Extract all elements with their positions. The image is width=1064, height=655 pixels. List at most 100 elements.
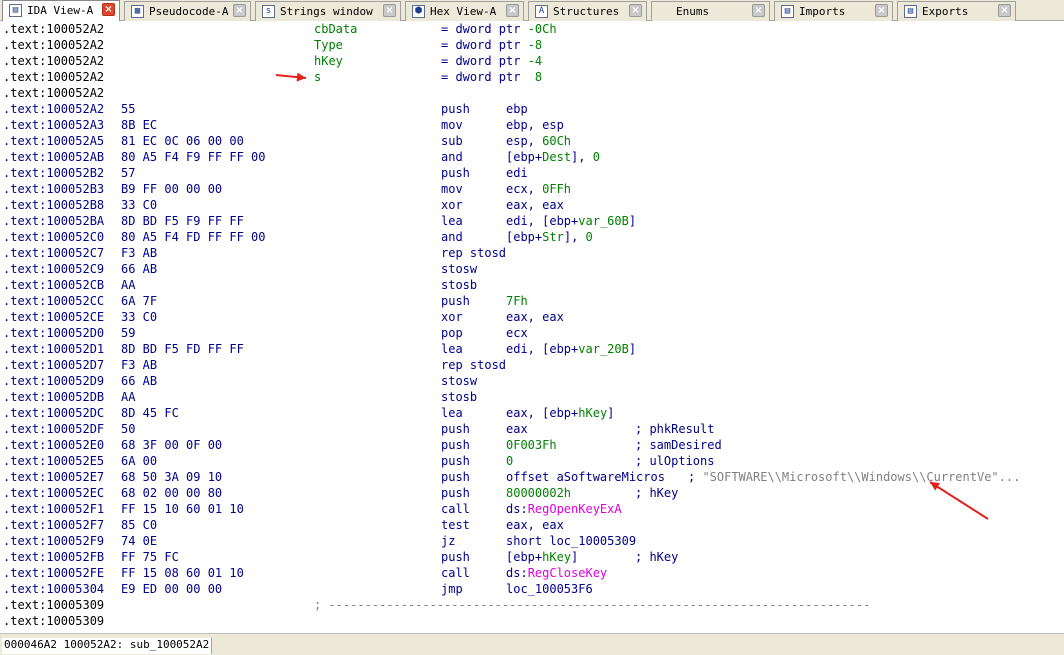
line-address: .text:100052E0 <box>3 438 105 452</box>
line-address: .text:100052F9 <box>3 534 105 548</box>
operands: ebp <box>506 102 528 116</box>
tab-imports[interactable]: ▤ Imports × <box>774 1 893 21</box>
line-address: .text:100052A2 <box>3 38 105 52</box>
operands: ecx, 0FFh <box>506 182 572 196</box>
operands: 0F003Fh <box>506 438 557 452</box>
comment: ; samDesired <box>635 438 722 452</box>
instruction-line[interactable]: .text:100052E5 6A 00 push 0 ; ulOptions <box>0 453 1064 469</box>
tab-strings-window[interactable]: s Strings window × <box>255 1 401 21</box>
stack-var-line[interactable]: .text:100052A2 hKey = dword ptr -4 <box>0 53 1064 69</box>
tab-label: Enums <box>676 5 710 18</box>
line-address: .text:100052DB <box>3 390 105 404</box>
tab-hex-view-a[interactable]: ⬢ Hex View-A × <box>405 1 524 21</box>
instruction-line[interactable]: .text:100052DF 50 push eax ; phkResult <box>0 421 1064 437</box>
trailer-line[interactable]: .text:10005309 <box>0 613 1064 629</box>
operands: eax <box>506 422 528 436</box>
close-icon[interactable]: × <box>233 4 246 17</box>
instruction-line[interactable]: .text:100052C9 66 AB stosw <box>0 261 1064 277</box>
instruction-line[interactable]: .text:100052AB 80 A5 F4 F9 FF FF 00 and [eb… <box>0 149 1064 165</box>
operands: [ebp+Dest], 0 <box>506 150 600 164</box>
opcode-bytes: AA <box>121 390 136 404</box>
mnemonic: stosb <box>441 278 478 292</box>
stack-var-definition: = dword ptr -4 <box>441 54 543 68</box>
close-icon[interactable]: × <box>102 3 115 16</box>
disassembly-listing[interactable]: .text:100052A2 cbData = dword ptr -0Ch .tex… <box>0 21 1064 633</box>
mnemonic: stosw <box>441 262 478 276</box>
trailer-line[interactable]: .text:10005309 ; ------------------------… <box>0 597 1064 613</box>
stack-var-name: cbData <box>314 22 358 36</box>
structures-icon: A <box>535 5 548 18</box>
instruction-line[interactable]: .text:100052B8 33 C0 xor eax, eax <box>0 197 1064 213</box>
ida-view-icon: ▤ <box>9 4 22 17</box>
tab-ida-view-a[interactable]: ▤ IDA View-A × <box>2 0 120 22</box>
mnemonic: push <box>441 102 470 116</box>
tab-structures[interactable]: A Structures × <box>528 1 647 21</box>
instruction-line[interactable]: .text:10005304 E9 ED 00 00 00 jmp loc_10005… <box>0 581 1064 597</box>
instruction-line[interactable]: .text:100052A3 8B EC mov ebp, esp <box>0 117 1064 133</box>
stack-var-definition: = dword ptr -8 <box>441 38 543 52</box>
opcode-bytes: F3 AB <box>121 358 158 372</box>
mnemonic: call <box>441 566 470 580</box>
comment: "SOFTWARE\\Microsoft\\Windows\\CurrentVe… <box>688 470 1021 484</box>
instruction-line[interactable]: .text:100052F9 74 0E jz short loc_10005309 <box>0 533 1064 549</box>
operands: ds:RegCloseKey <box>506 566 608 580</box>
instruction-line[interactable]: .text:100052A2 55 push ebp <box>0 101 1064 117</box>
line-address: .text:100052D0 <box>3 326 105 340</box>
instruction-line[interactable]: .text:100052D9 66 AB stosw <box>0 373 1064 389</box>
instruction-line[interactable]: .text:100052F7 85 C0 test eax, eax <box>0 517 1064 533</box>
instruction-line[interactable]: .text:100052C7 F3 AB rep stosd <box>0 245 1064 261</box>
stack-var-line[interactable]: .text:100052A2 Type = dword ptr -8 <box>0 37 1064 53</box>
instruction-line[interactable]: .text:100052D7 F3 AB rep stosd <box>0 357 1064 373</box>
mnemonic: test <box>441 518 470 532</box>
instruction-line[interactable]: .text:100052CC 6A 7F push 7Fh <box>0 293 1064 309</box>
opcode-bytes: 68 3F 00 0F 00 <box>121 438 223 452</box>
opcode-bytes: 66 AB <box>121 262 158 276</box>
opcode-bytes: 80 A5 F4 FD FF FF 00 <box>121 230 266 244</box>
tab-label: Pseudocode-A <box>149 5 229 18</box>
tab-pseudocode-a[interactable]: ▦ Pseudocode-A × <box>124 1 251 21</box>
status-bar: 000046A2 100052A2: sub_100052A2 <box>0 633 1064 655</box>
instruction-line[interactable]: .text:100052B2 57 push edi <box>0 165 1064 181</box>
pseudocode-icon: ▦ <box>131 5 144 18</box>
close-icon[interactable]: × <box>998 4 1011 17</box>
instruction-line[interactable]: .text:100052DB AA stosb <box>0 389 1064 405</box>
opcode-bytes: 59 <box>121 326 136 340</box>
instruction-line[interactable]: .text:100052B3 B9 FF 00 00 00 mov ecx, 0FFh <box>0 181 1064 197</box>
instruction-line[interactable]: .text:100052EC 68 02 00 00 80 push 80000002… <box>0 485 1064 501</box>
close-icon[interactable]: × <box>629 4 642 17</box>
stack-var-line[interactable]: .text:100052A2 s = dword ptr 8 <box>0 69 1064 85</box>
operands: esp, 60Ch <box>506 134 572 148</box>
operands: edi <box>506 166 528 180</box>
opcode-bytes: FF 75 FC <box>121 550 179 564</box>
instruction-line[interactable]: .text:100052FB FF 75 FC push [ebp+hKey] ; hK… <box>0 549 1064 565</box>
operands: eax, [ebp+hKey] <box>506 406 615 420</box>
instruction-line[interactable]: .text:100052A5 81 EC 0C 06 00 00 sub esp, 6… <box>0 133 1064 149</box>
close-icon[interactable]: × <box>506 4 519 17</box>
instruction-line[interactable]: .text:100052FE FF 15 08 60 01 10 call ds:Re… <box>0 565 1064 581</box>
instruction-line[interactable]: .text:100052E0 68 3F 00 0F 00 push 0F003Fh;… <box>0 437 1064 453</box>
tab-exports[interactable]: ▤ Exports × <box>897 1 1016 21</box>
opcode-bytes: 57 <box>121 166 136 180</box>
instruction-line[interactable]: .text:100052BA 8D BD F5 F9 FF FF lea edi, [… <box>0 213 1064 229</box>
close-icon[interactable]: × <box>875 4 888 17</box>
line-address: .text:10005304 <box>3 582 105 596</box>
instruction-line[interactable]: .text:100052E7 68 50 3A 09 10 push offset a… <box>0 469 1064 485</box>
line-address: .text:100052A2 <box>3 54 105 68</box>
mnemonic: call <box>441 502 470 516</box>
instruction-line[interactable]: .text:100052D0 59 pop ecx <box>0 325 1064 341</box>
instruction-line[interactable]: .text:100052CE 33 C0 xor eax, eax <box>0 309 1064 325</box>
close-icon[interactable]: × <box>752 4 765 17</box>
instruction-line[interactable]: .text:100052DC 8D 45 FC lea eax, [ebp+hKey] <box>0 405 1064 421</box>
line-address: .text:100052FB <box>3 550 105 564</box>
stack-var-line[interactable]: .text:100052A2 cbData = dword ptr -0Ch <box>0 21 1064 37</box>
instruction-line[interactable]: .text:100052F1 FF 15 10 60 01 10 call ds:Re… <box>0 501 1064 517</box>
instruction-line[interactable]: .text:100052C0 80 A5 F4 FD FF FF 00 and [eb… <box>0 229 1064 245</box>
mnemonic: lea <box>441 406 463 420</box>
instruction-line[interactable]: .text:100052CB AA stosb <box>0 277 1064 293</box>
instruction-line[interactable]: .text:100052D1 8D BD F5 FD FF FF lea edi, [… <box>0 341 1064 357</box>
line-address: .text:100052C7 <box>3 246 105 260</box>
opcode-bytes: 6A 00 <box>121 454 158 468</box>
tab-enums[interactable]: Enums × <box>651 1 770 21</box>
close-icon[interactable]: × <box>383 4 396 17</box>
blank-line[interactable]: .text:100052A2 <box>0 85 1064 101</box>
